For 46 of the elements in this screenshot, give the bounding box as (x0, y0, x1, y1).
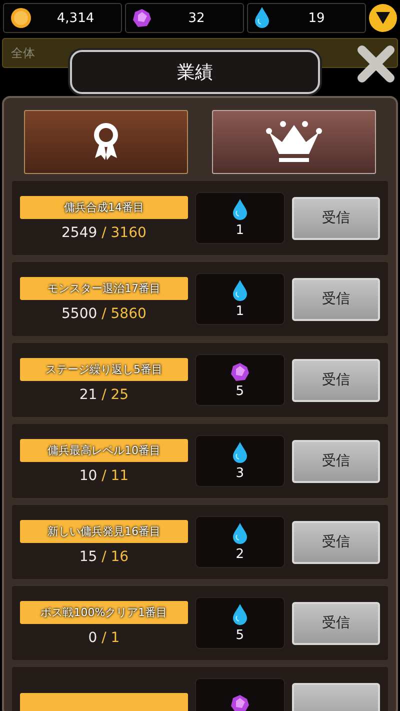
water-drop-icon (232, 198, 248, 220)
achievement-name: ボス戦100%クリア1番目 (20, 600, 188, 624)
reward-amount: 1 (236, 304, 244, 318)
receive-button[interactable]: 受信 (292, 602, 380, 644)
dialog-title: 業績 (177, 61, 213, 84)
gem-icon (230, 362, 250, 382)
coin-icon (10, 7, 32, 29)
reward-amount: 5 (236, 384, 244, 398)
progress-text: 2549 / 3160 (60, 224, 148, 240)
receive-button[interactable]: 受信 (292, 358, 380, 402)
achievement-name: 傭兵合成14番目 (20, 196, 188, 218)
dropdown-button[interactable] (369, 4, 397, 32)
achievement-name: 傭兵最高レベル10番目 (20, 438, 188, 462)
water-drop-icon (232, 522, 248, 544)
reward-amount: 2 (236, 546, 244, 562)
ribbon-award-icon (92, 122, 120, 162)
water-drop-icon (232, 280, 248, 302)
tab[interactable] (24, 110, 188, 174)
receive-button[interactable]: 受信 (292, 278, 380, 320)
achievement-name: ステージ繰り返し5番目 (20, 358, 188, 380)
reward-amount: 1 (236, 222, 244, 238)
water-drop-icon (232, 442, 248, 464)
currency-amount: 4,314 (56, 10, 96, 26)
gem-icon (132, 8, 152, 28)
reward-amount: 5 (236, 628, 244, 642)
progress-text: 5500 / 5860 (60, 306, 148, 322)
water-drop-icon (254, 7, 270, 29)
receive-button[interactable]: 受信 (292, 196, 380, 240)
water-drop-icon (232, 604, 248, 626)
progress-text: 0 / 1 (87, 630, 121, 646)
achievement-name: モンスター退治17番目 (20, 276, 188, 300)
receive-button[interactable]: 受信 (292, 440, 380, 482)
achievement-name: 新しい傭兵発見16番目 (20, 520, 188, 542)
progress-text: 15 / 16 (78, 548, 130, 564)
receive-button[interactable]: 受信 (292, 520, 380, 564)
currency-amount: 19 (307, 10, 326, 26)
currency-amount: 32 (187, 10, 206, 26)
tab[interactable] (212, 110, 376, 174)
progress-text: 21 / 25 (78, 386, 130, 402)
reward-amount: 3 (236, 466, 244, 480)
gem-icon (230, 694, 250, 711)
progress-text: 10 / 11 (78, 468, 130, 484)
stats-label: 全体 (11, 44, 35, 62)
close-icon[interactable] (356, 44, 396, 84)
crown-icon (265, 120, 323, 164)
triangle-down-icon (376, 12, 390, 24)
